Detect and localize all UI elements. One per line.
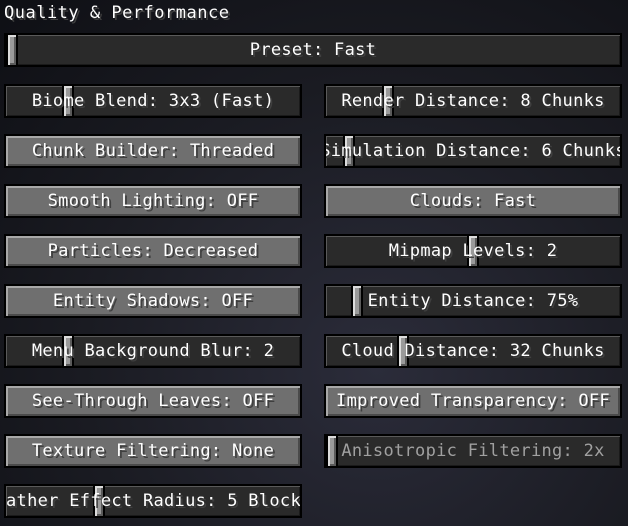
control-label: Biome Blend: 3x3 (Fast) <box>31 91 275 111</box>
see-through-leaves-button[interactable]: See-Through Leaves: OFF <box>4 384 302 418</box>
ather-effect-radius-slider[interactable]: ather Effect Radius: 5 Blocks <box>4 484 302 518</box>
control-label: Smooth Lighting: OFF <box>47 191 259 211</box>
entity-shadows-button[interactable]: Entity Shadows: OFF <box>4 284 302 318</box>
control-label: Simulation Distance: 6 Chunks <box>324 141 622 161</box>
cloud-distance-slider[interactable]: Cloud Distance: 32 Chunks <box>324 334 622 368</box>
clouds-button[interactable]: Clouds: Fast <box>324 184 622 218</box>
smooth-lighting-button[interactable]: Smooth Lighting: OFF <box>4 184 302 218</box>
mipmap-levels-slider[interactable]: Mipmap Levels: 2 <box>324 234 622 268</box>
control-label: See-Through Leaves: OFF <box>31 391 275 411</box>
preset-label: Preset: Fast <box>249 40 377 60</box>
control-label: Chunk Builder: Threaded <box>31 141 275 161</box>
control-label: Entity Distance: 75% <box>367 291 579 311</box>
control-label: Render Distance: 8 Chunks <box>341 91 605 111</box>
control-label: Clouds: Fast <box>409 191 537 211</box>
anisotropic-filtering-slider: Anisotropic Filtering: 2x <box>324 434 622 468</box>
control-label: Improved Transparency: OFF <box>336 391 610 411</box>
entity-distance-slider[interactable]: Entity Distance: 75% <box>324 284 622 318</box>
control-label: Anisotropic Filtering: 2x <box>341 441 605 461</box>
control-label: Cloud Distance: 32 Chunks <box>341 341 605 361</box>
texture-filtering-button[interactable]: Texture Filtering: None <box>4 434 302 468</box>
improved-transparency-button[interactable]: Improved Transparency: OFF <box>324 384 622 418</box>
section-title: Quality & Performance <box>4 3 230 23</box>
control-label: ather Effect Radius: 5 Blocks <box>6 491 302 511</box>
menu-background-blur-slider[interactable]: Menu Background Blur: 2 <box>4 334 302 368</box>
slider-knob <box>326 436 338 466</box>
simulation-distance-slider[interactable]: Simulation Distance: 6 Chunks <box>324 134 622 168</box>
particles-button[interactable]: Particles: Decreased <box>4 234 302 268</box>
control-label: Menu Background Blur: 2 <box>31 341 275 361</box>
slider-knob[interactable] <box>6 35 18 65</box>
render-distance-slider[interactable]: Render Distance: 8 Chunks <box>324 84 622 118</box>
biome-blend-slider[interactable]: Biome Blend: 3x3 (Fast) <box>4 84 302 118</box>
control-label: Texture Filtering: None <box>31 441 275 461</box>
preset-slider[interactable]: Preset: Fast <box>4 33 622 67</box>
control-label: Entity Shadows: OFF <box>52 291 254 311</box>
chunk-builder-button[interactable]: Chunk Builder: Threaded <box>4 134 302 168</box>
control-label: Particles: Decreased <box>47 241 259 261</box>
slider-knob[interactable] <box>351 286 363 316</box>
control-label: Mipmap Levels: 2 <box>388 241 558 261</box>
